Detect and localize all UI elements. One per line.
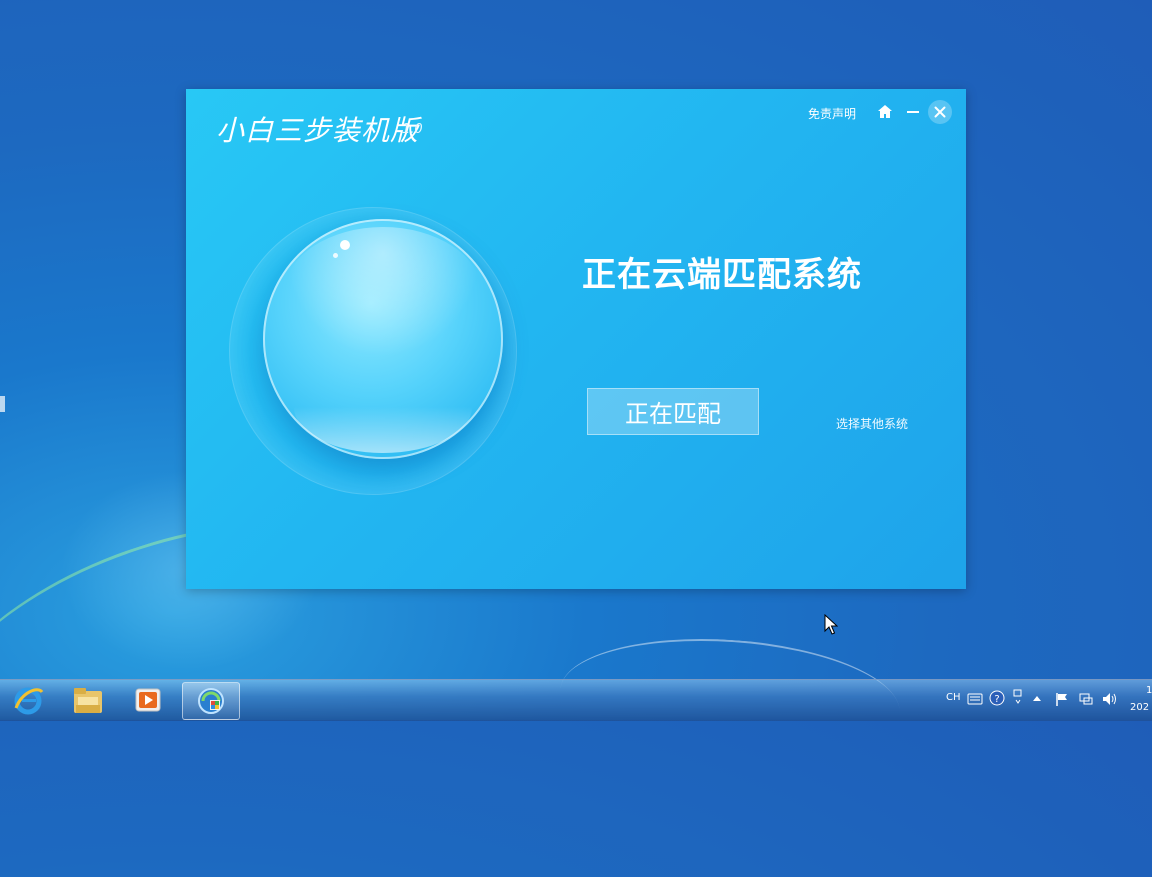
help-icon[interactable]: ? <box>989 690 1005 706</box>
orb-bubble <box>340 240 350 250</box>
status-heading: 正在云端匹配系统 <box>582 255 862 295</box>
taskbar: CH ? 1 202 <box>0 679 1152 721</box>
network-icon[interactable] <box>1078 691 1094 707</box>
orb-bubble-small <box>333 253 338 258</box>
home-icon[interactable] <box>874 101 896 123</box>
close-icon[interactable] <box>928 100 952 124</box>
clock-date[interactable]: 202 <box>1130 702 1149 713</box>
volume-icon[interactable] <box>1101 691 1119 707</box>
app-version: 1.0 <box>402 122 423 137</box>
disclaimer-link[interactable]: 免责声明 <box>808 105 856 122</box>
action-center-flag-icon[interactable] <box>1054 691 1070 707</box>
media-player-icon[interactable] <box>120 682 176 718</box>
clock-time[interactable]: 1 <box>1146 685 1152 696</box>
select-other-system-link[interactable]: 选择其他系统 <box>836 415 908 432</box>
internet-explorer-icon[interactable] <box>0 682 56 718</box>
orb-highlight <box>285 227 481 357</box>
minimize-icon[interactable] <box>902 101 924 123</box>
matching-button[interactable]: 正在匹配 <box>587 388 759 435</box>
keyboard-icon[interactable] <box>967 692 983 706</box>
mouse-cursor-icon <box>824 614 838 635</box>
svg-text:?: ? <box>994 694 999 705</box>
language-indicator[interactable]: CH <box>946 692 961 703</box>
ime-options-icon[interactable] <box>1012 688 1024 708</box>
file-explorer-icon[interactable] <box>60 682 116 718</box>
desktop-icon-edge[interactable] <box>0 396 5 412</box>
app-title: 小白三步装机版 <box>216 114 420 147</box>
show-hidden-icons-icon[interactable] <box>1032 694 1042 702</box>
installer-window: 小白三步装机版 1.0 免责声明 正在云端匹配系统 正在匹配 选择其他系统 <box>186 89 966 589</box>
installer-app-icon[interactable] <box>182 682 240 720</box>
